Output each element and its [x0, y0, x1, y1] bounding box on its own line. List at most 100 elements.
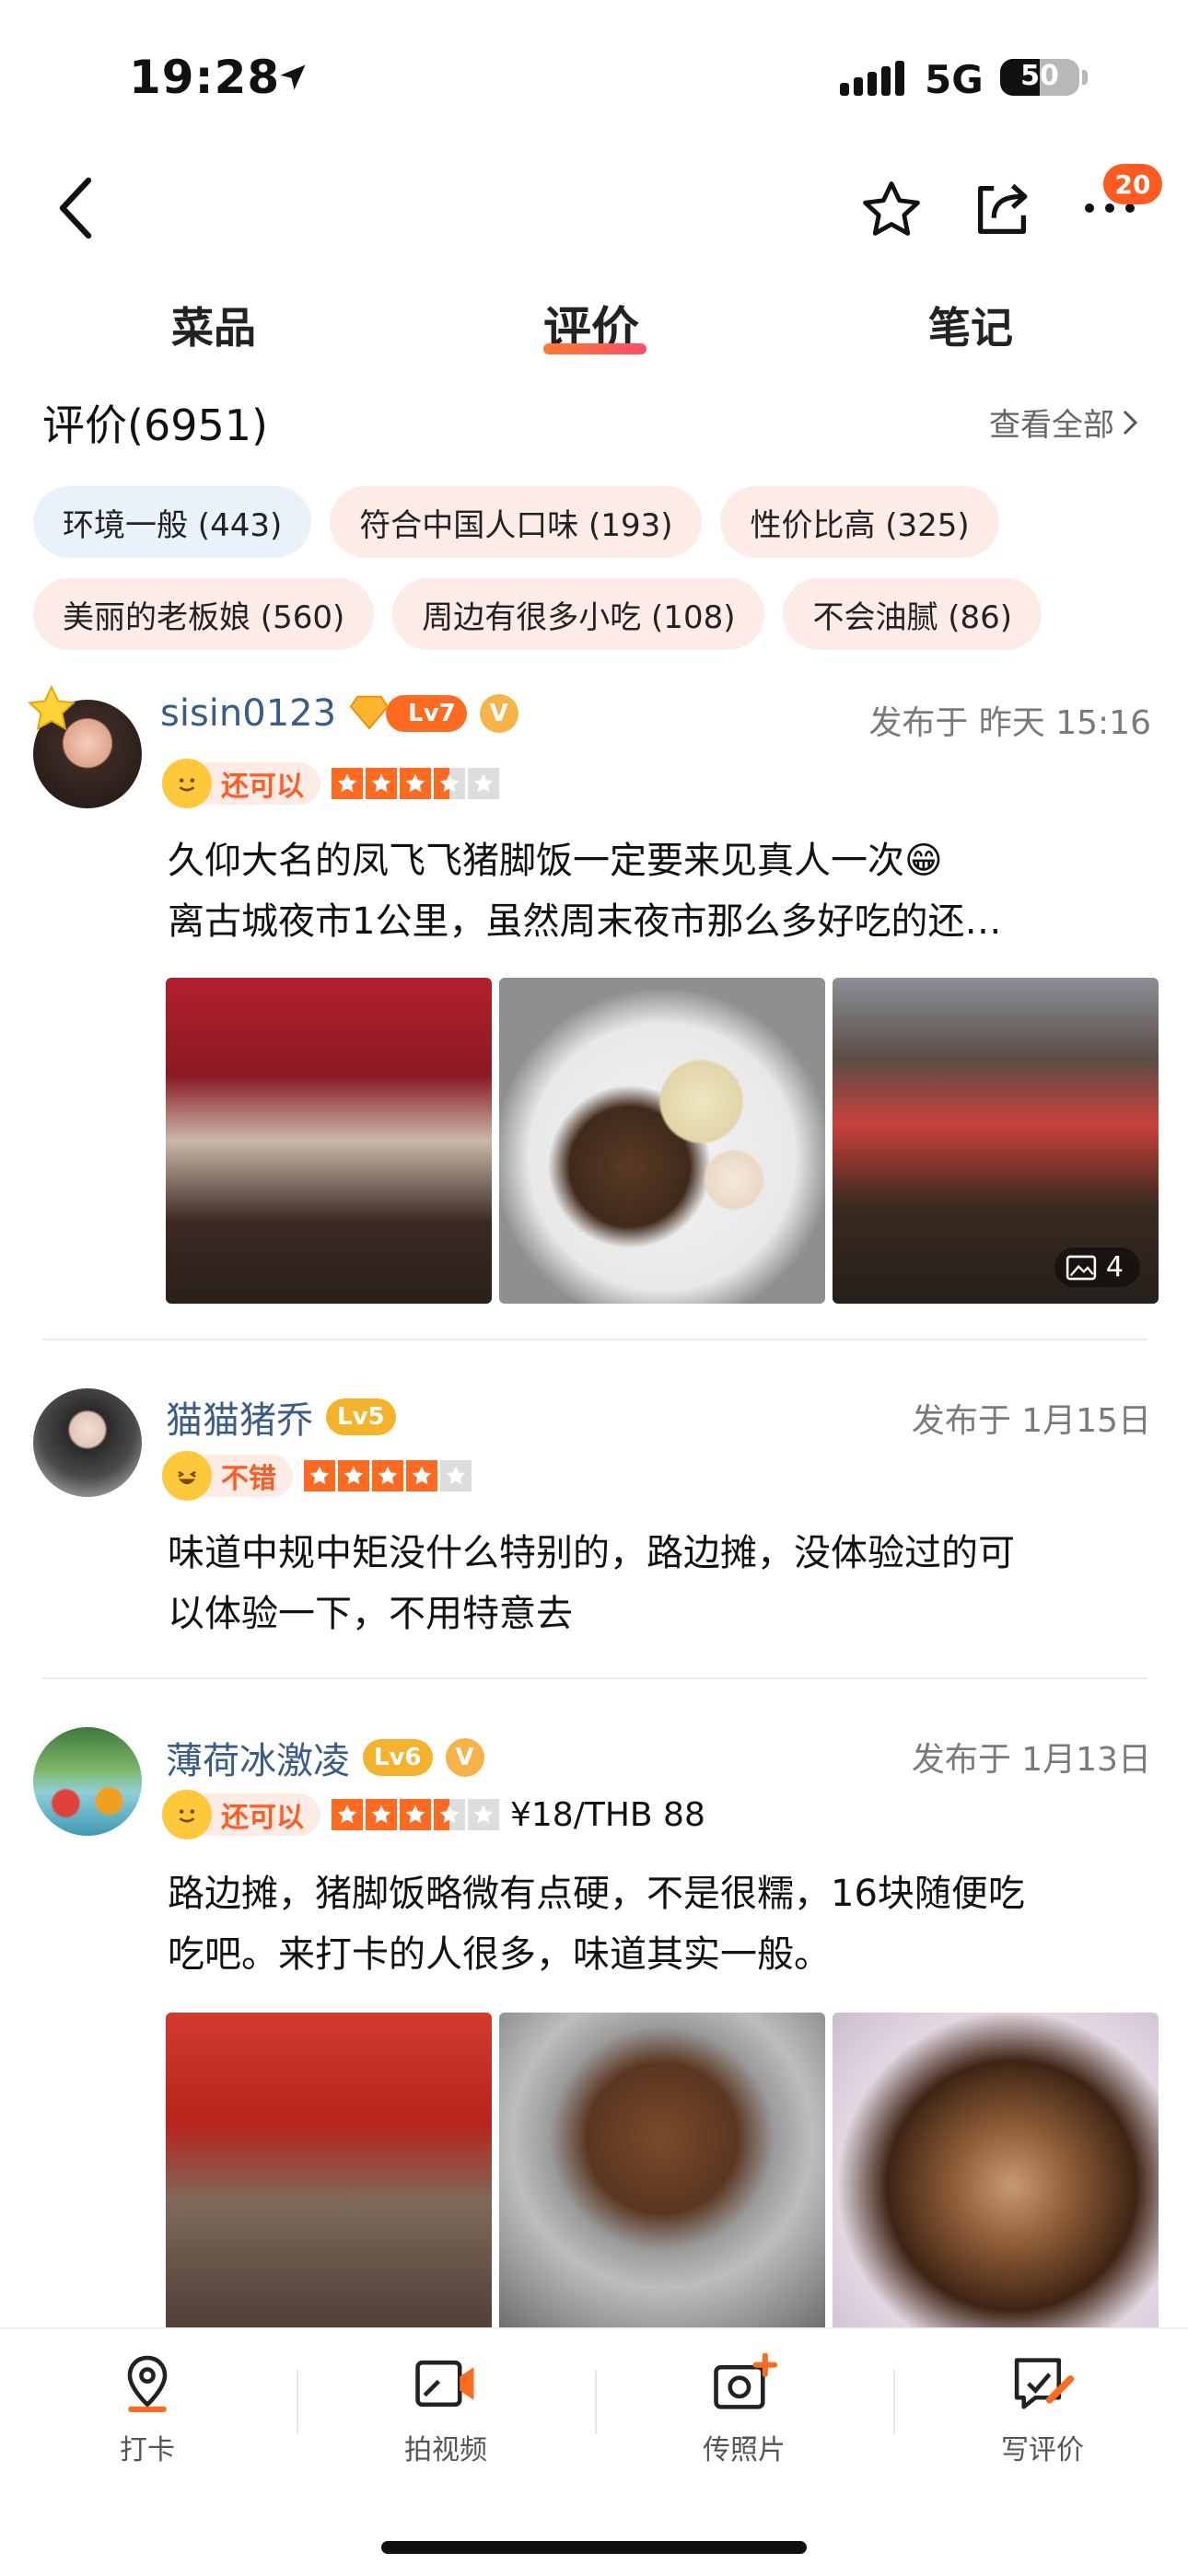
rating-star-icon — [338, 1460, 369, 1491]
publish-time: 发布于 昨天 15:16 — [868, 704, 1151, 742]
level-badge: Lv7 — [386, 695, 467, 732]
review-photo[interactable] — [166, 2013, 492, 2327]
rating-star-icon — [400, 768, 431, 799]
rating-star-icon — [304, 1460, 335, 1491]
star-decoration-icon — [24, 681, 79, 740]
share-button[interactable] — [965, 173, 1039, 247]
rating-star-icon — [372, 1460, 403, 1491]
review-text-line: 离古城夜市1公里，虽然周末夜市那么多好吃的还… — [168, 900, 1002, 943]
divider — [42, 1339, 1147, 1340]
toolbar-label: 写评价 — [1001, 2434, 1084, 2466]
username[interactable]: 猫猫猪乔 — [166, 1390, 313, 1444]
rating-star-icon — [366, 768, 397, 799]
favorite-star-button[interactable] — [855, 173, 928, 247]
tab-dishes[interactable]: 菜品 — [171, 295, 256, 355]
video-camera-icon — [413, 2353, 479, 2418]
review-photo[interactable] — [833, 2013, 1159, 2327]
view-all-link[interactable]: 查看全部 — [989, 400, 1138, 445]
review-tag[interactable]: 不会油腻 (86) — [783, 578, 1042, 650]
review-tag[interactable]: 美丽的老板娘 (560) — [33, 578, 375, 650]
review-tag[interactable]: 符合中国人口味 (193) — [330, 486, 703, 558]
rating-star-icon — [332, 1799, 363, 1830]
tab-notes[interactable]: 笔记 — [928, 295, 1013, 355]
avatar[interactable] — [33, 1727, 142, 1836]
toolbar-separator — [297, 2370, 298, 2434]
review-text-line: 久仰大名的凤飞飞猪脚饭一定要来见真人一次😁 — [168, 840, 943, 882]
active-tab-indicator — [543, 343, 646, 354]
upload-photo-button[interactable]: 传照片 — [643, 2352, 845, 2467]
review-tag[interactable]: 环境一般 (443) — [33, 486, 312, 558]
rating-star-icon — [434, 768, 465, 799]
location-pin-icon — [119, 2353, 176, 2418]
verified-badge: V — [479, 694, 518, 733]
publish-time: 发布于 1月13日 — [911, 1741, 1151, 1779]
back-button[interactable] — [48, 171, 103, 245]
review-user-row: 薄荷冰激凌 Lv6 V — [166, 1731, 484, 1784]
toolbar-label: 拍视频 — [404, 2434, 487, 2466]
write-review-button[interactable]: 写评价 — [941, 2353, 1144, 2467]
home-indicator — [381, 2541, 807, 2554]
review-tag-list: 环境一般 (443) 符合中国人口味 (193) 性价比高 (325) 美丽的老… — [33, 486, 1157, 650]
toolbar-separator — [595, 2370, 597, 2434]
review-photo[interactable] — [499, 2013, 825, 2327]
toolbar-label: 传照片 — [703, 2434, 786, 2466]
battery-level: 50 — [1020, 60, 1059, 92]
username[interactable]: 薄荷冰激凌 — [166, 1731, 350, 1784]
review-text-line: 以体验一下，不用特意去 — [168, 1593, 573, 1635]
rating-star-icon — [440, 1460, 472, 1491]
review-tag[interactable]: 性价比高 (325) — [720, 486, 999, 558]
review-text[interactable]: 久仰大名的凤飞飞猪脚饭一定要来见真人一次😁 离古城夜市1公里，虽然周末夜市那么多… — [168, 830, 1162, 952]
notification-badge: 20 — [1103, 164, 1162, 204]
photo-upload-icon — [711, 2352, 778, 2418]
publish-time: 发布于 1月15日 — [911, 1402, 1151, 1440]
checkin-button[interactable]: 打卡 — [46, 2353, 249, 2467]
mood-label: 还可以 — [221, 771, 304, 803]
star-rating — [332, 1799, 499, 1830]
review-photo[interactable] — [499, 978, 825, 1304]
battery-tip — [1082, 70, 1088, 85]
image-count: 4 — [1105, 1251, 1124, 1283]
rating-star-icon — [468, 768, 499, 799]
review-photo[interactable]: 4 — [833, 978, 1159, 1304]
review-text-line: 路边摊，猪脚饭略微有点硬，不是很糯，16块随便吃 — [168, 1873, 1025, 1915]
review-user-row: 猫猫猪乔 Lv5 — [166, 1390, 396, 1444]
gallery-icon — [1066, 1255, 1097, 1280]
shoot-video-button[interactable]: 拍视频 — [344, 2353, 547, 2467]
rating-row: 还可以 ¥18/THB 88 — [162, 1790, 705, 1839]
rating-star-icon — [366, 1799, 397, 1830]
mood-label: 不错 — [221, 1463, 276, 1495]
divider — [42, 1677, 1147, 1679]
price-per-person: ¥18/THB 88 — [510, 1795, 705, 1834]
battery-indicator: 50 — [1000, 59, 1079, 96]
location-arrow-icon — [276, 61, 309, 98]
mood-tag: 还可以 — [162, 1790, 320, 1839]
review-text-line: 吃吧。来打卡的人很多，味道其实一般。 — [168, 1933, 831, 1976]
status-time: 19:28 — [129, 51, 281, 104]
username[interactable]: sisin0123 — [160, 692, 336, 735]
cellular-signal-icon — [840, 61, 904, 96]
level-badge: Lv6 — [363, 1739, 433, 1776]
laughing-face-icon — [162, 1451, 212, 1501]
rating-star-icon — [434, 1799, 465, 1830]
review-text-line: 味道中规中矩没什么特别的，路边摊，没体验过的可 — [168, 1532, 1015, 1574]
smiley-face-icon — [162, 1790, 212, 1839]
toolbar-label: 打卡 — [120, 2434, 175, 2466]
rating-row: 不错 — [162, 1451, 472, 1501]
write-review-icon — [1009, 2353, 1076, 2418]
reviews-section-title: 评价(6951) — [42, 400, 268, 450]
review-text[interactable]: 路边摊，猪脚饭略微有点硬，不是很糯，16块随便吃 吃吧。来打卡的人很多，味道其实… — [168, 1863, 1162, 1985]
diamond-icon — [349, 693, 390, 734]
review-text[interactable]: 味道中规中矩没什么特别的，路边摊，没体验过的可 以体验一下，不用特意去 — [168, 1523, 1162, 1644]
rating-star-icon — [406, 1460, 437, 1491]
toolbar-separator — [893, 2370, 895, 2434]
review-tag[interactable]: 周边有很多小吃 (108) — [392, 578, 765, 650]
network-type: 5G — [925, 57, 984, 102]
review-photo[interactable] — [166, 978, 492, 1304]
review-user-row: sisin0123 Lv7 V — [160, 692, 518, 735]
rating-row: 还可以 — [162, 759, 499, 808]
view-all-label: 查看全部 — [989, 407, 1114, 444]
rating-star-icon — [400, 1799, 431, 1830]
avatar[interactable] — [33, 1388, 142, 1497]
star-rating — [332, 768, 499, 799]
rating-star-icon — [468, 1799, 499, 1830]
